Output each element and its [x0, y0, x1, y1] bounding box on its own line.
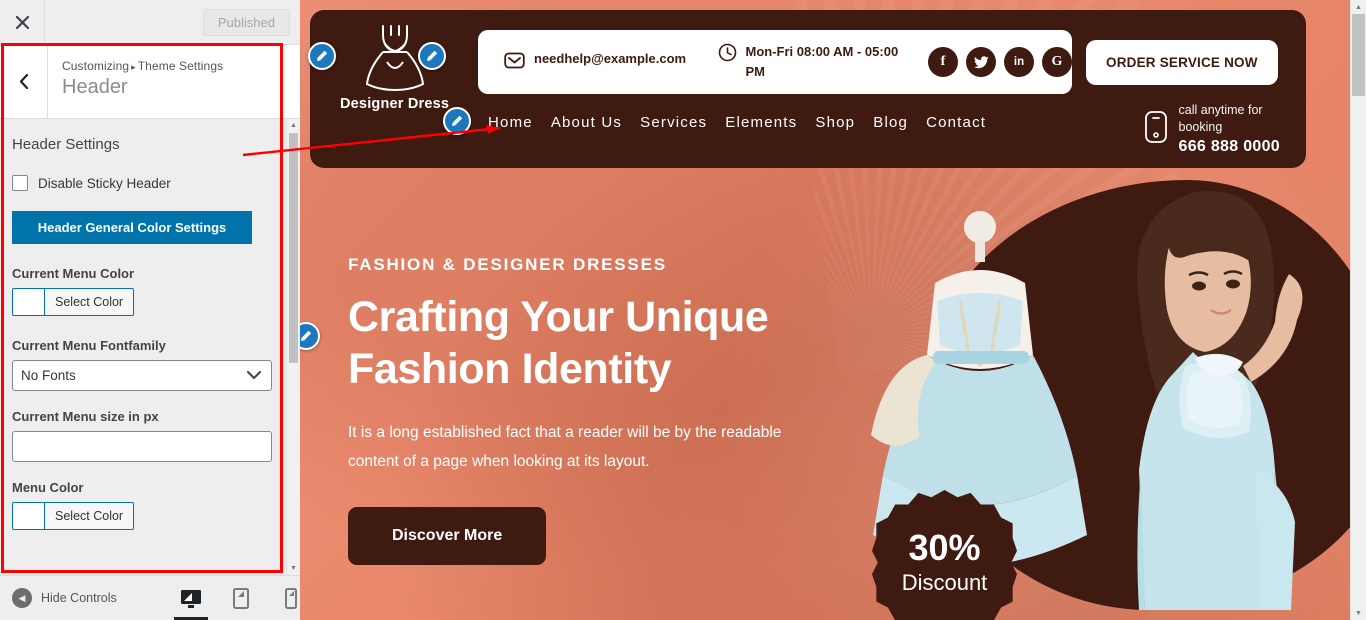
current-menu-fontfamily-field: Current Menu Fontfamily No Fonts — [12, 338, 274, 391]
edit-shortcut-logo-left[interactable] — [308, 42, 336, 70]
menu-color-swatch[interactable] — [13, 503, 45, 529]
discount-percent: 30% — [908, 526, 981, 568]
mobile-phone-icon — [1144, 110, 1168, 149]
disable-sticky-header-control[interactable]: Disable Sticky Header — [12, 175, 274, 191]
current-menu-color-label: Current Menu Color — [12, 266, 135, 281]
scroll-down-arrow-icon[interactable]: ▼ — [287, 562, 300, 575]
site-header: Designer Dress needhelp@example.com Mon-… — [310, 10, 1306, 168]
call-phone-number: 666 888 0000 — [1178, 137, 1280, 155]
social-links: f in G — [920, 47, 1072, 77]
disable-sticky-header-label: Disable Sticky Header — [38, 175, 171, 191]
current-menu-size-field: Current Menu size in px — [12, 409, 274, 462]
sidebar-scrollbar[interactable]: ▲ ▼ — [286, 119, 300, 575]
header-top-row: Designer Dress needhelp@example.com Mon-… — [310, 10, 1306, 112]
header-hours-text: Mon-Fri 08:00 AM - 05:00 PM — [745, 43, 899, 79]
sidebar-scrollbar-thumb[interactable] — [289, 133, 298, 363]
browser-scroll-up-icon[interactable]: ▲ — [1351, 0, 1366, 14]
nav-item-services[interactable]: Services — [640, 114, 707, 131]
breadcrumb-separator-icon: ▸ — [131, 62, 136, 72]
nav-item-contact[interactable]: Contact — [926, 114, 986, 131]
collapse-arrow-icon: ◀ — [12, 588, 32, 608]
header-general-color-settings-button[interactable]: Header General Color Settings — [12, 211, 252, 244]
edit-shortcut-menu[interactable] — [443, 107, 471, 135]
current-menu-size-input[interactable] — [12, 431, 272, 462]
close-icon[interactable] — [0, 0, 45, 44]
disable-sticky-header-checkbox[interactable] — [12, 175, 28, 191]
menu-color-select-label: Select Color — [55, 509, 124, 523]
hide-controls-button[interactable]: ◀ Hide Controls — [0, 588, 117, 608]
primary-navigation: Home About Us Services Elements Shop Blo… — [488, 114, 986, 131]
panel-header-text: Customizing ▸ Theme Settings Header — [48, 45, 223, 118]
google-icon[interactable]: G — [1042, 47, 1072, 77]
header-call-info: call anytime for booking 666 888 0000 — [1144, 102, 1280, 157]
current-menu-fontfamily-label: Current Menu Fontfamily — [12, 338, 166, 353]
site-preview: 30% Discount Designer Dress needhelp@exa… — [300, 0, 1366, 620]
browser-scroll-down-icon[interactable]: ▼ — [1351, 606, 1366, 620]
current-menu-size-label: Current Menu size in px — [12, 409, 159, 424]
current-menu-color-swatch[interactable] — [13, 289, 45, 315]
menu-color-picker[interactable]: Select Color — [12, 502, 135, 530]
nav-item-shop[interactable]: Shop — [815, 114, 855, 131]
call-line-1: call anytime for — [1178, 103, 1263, 117]
customizer-body: Header Settings Disable Sticky Header He… — [0, 119, 300, 575]
panel-header: Customizing ▸ Theme Settings Header — [0, 45, 300, 119]
edit-shortcut-logo-right[interactable] — [418, 42, 446, 70]
customizer-footer: ◀ Hide Controls — [0, 575, 300, 620]
order-service-now-button[interactable]: ORDER SERVICE NOW — [1086, 40, 1278, 85]
breadcrumb: Customizing ▸ Theme Settings — [62, 59, 223, 73]
linkedin-icon[interactable]: in — [1004, 47, 1034, 77]
hero-heading: Crafting Your Unique Fashion Identity — [348, 293, 769, 394]
customizer-app: Published Customizing ▸ Theme Settings Hea… — [0, 0, 1366, 620]
nav-item-elements[interactable]: Elements — [725, 114, 797, 131]
nav-item-about-us[interactable]: About Us — [551, 114, 622, 131]
breadcrumb-parent: Theme Settings — [137, 59, 224, 73]
current-menu-fontfamily-select[interactable]: No Fonts — [12, 360, 272, 391]
current-menu-fontfamily-select-wrap: No Fonts — [12, 360, 272, 391]
page-title: Header — [62, 76, 128, 98]
header-email-item[interactable]: needhelp@example.com — [478, 49, 718, 76]
call-text-block: call anytime for booking 666 888 0000 — [1179, 102, 1280, 157]
call-line-2: booking — [1178, 119, 1223, 134]
scroll-up-arrow-icon[interactable]: ▲ — [287, 119, 300, 132]
controls-scroll-area: Header Settings Disable Sticky Header He… — [0, 119, 286, 575]
twitter-icon[interactable] — [966, 47, 996, 77]
clock-icon — [718, 42, 737, 67]
hide-controls-label: Hide Controls — [41, 591, 117, 605]
envelope-icon — [504, 49, 525, 76]
hero-eyebrow: FASHION & DESIGNER DRESSES — [348, 255, 667, 274]
publish-button[interactable]: Published — [202, 8, 290, 36]
facebook-icon[interactable]: f — [928, 47, 958, 77]
device-preview-switcher — [174, 576, 304, 620]
nav-item-home[interactable]: Home — [488, 114, 533, 131]
current-menu-color-field: Current Menu Color Select Color — [12, 266, 274, 320]
model-photo — [1136, 191, 1303, 610]
device-tablet-button[interactable] — [228, 584, 254, 614]
menu-color-label: Menu Color — [12, 480, 84, 495]
header-email-text: needhelp@example.com — [534, 50, 687, 66]
browser-scrollbar-thumb[interactable] — [1352, 14, 1365, 96]
nav-item-blog[interactable]: Blog — [873, 114, 908, 131]
customizer-sidebar: Published Customizing ▸ Theme Settings Hea… — [0, 0, 300, 620]
header-info-card: needhelp@example.com Mon-Fri 08:00 AM - … — [478, 30, 1072, 94]
discount-label: Discount — [901, 569, 988, 595]
device-desktop-button[interactable] — [174, 584, 208, 620]
current-menu-color-select-label: Select Color — [55, 295, 124, 309]
header-hours-item: Mon-Fri 08:00 AM - 05:00 PM — [718, 42, 920, 82]
current-menu-color-picker[interactable]: Select Color — [12, 288, 135, 316]
discover-more-button[interactable]: Discover More — [348, 506, 547, 565]
discount-badge: 30% Discount — [872, 490, 1017, 620]
hero-paragraph: It is a long established fact that a rea… — [348, 423, 782, 471]
hero-content: FASHION & DESIGNER DRESSES Crafting Your… — [348, 255, 818, 565]
back-button[interactable] — [0, 45, 48, 118]
breadcrumb-root: Customizing — [62, 59, 130, 73]
section-title: Header Settings — [12, 136, 120, 153]
menu-color-field: Menu Color Select Color — [12, 480, 274, 534]
browser-scrollbar[interactable]: ▲ ▼ — [1350, 0, 1366, 620]
customizer-topbar: Published — [0, 0, 300, 45]
